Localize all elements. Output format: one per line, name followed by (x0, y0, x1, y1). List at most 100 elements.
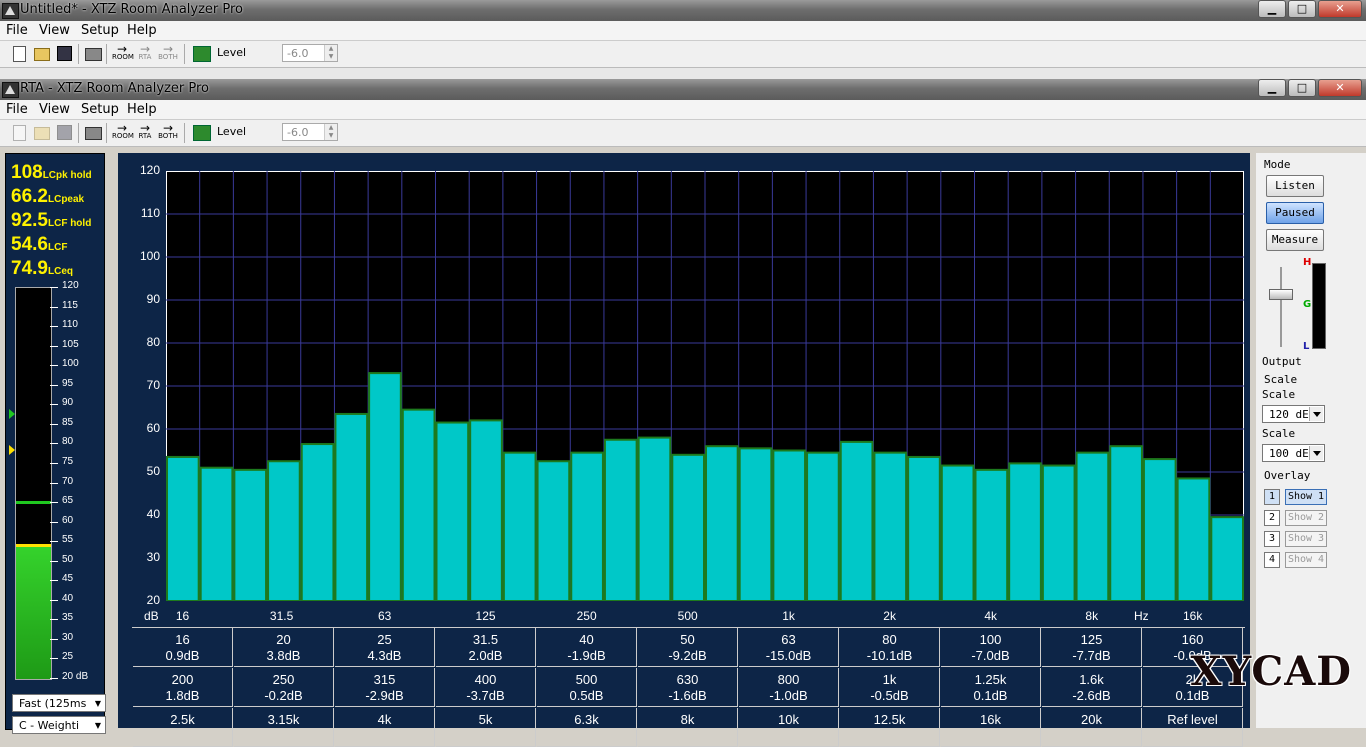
inner-level-spinner[interactable]: -6.0 ▲ ▼ (282, 123, 338, 141)
meter-scale-label: 70 (62, 475, 74, 487)
meter-scale-label: 105 (62, 338, 79, 350)
close-button[interactable]: ✕ (1318, 0, 1362, 18)
bar-16k (1176, 477, 1211, 601)
readout-lcf: 54.6LCF (11, 234, 68, 255)
listen-button[interactable]: Listen (1266, 175, 1324, 197)
meter-scale-label: 20 dB (62, 671, 89, 682)
bar-20 (199, 466, 234, 601)
y-tick-label: 80 (146, 335, 160, 349)
y-tick-label: 20 (146, 593, 160, 607)
level-spinner[interactable]: -6.0 ▲ ▼ (282, 44, 338, 62)
level-meter-panel: 108LCpk hold 66.2LCpeak 92.5LCF hold 54.… (5, 153, 106, 734)
inner-close-button[interactable]: ✕ (1318, 79, 1362, 97)
peak-marker-icon (9, 409, 15, 419)
freq-cell-125: 125 -7.7dB (1042, 628, 1142, 667)
inner-open-folder-icon[interactable] (34, 127, 50, 140)
scale2-select[interactable]: 100 dE (1262, 444, 1325, 462)
bar-2.5k (907, 455, 941, 601)
print-icon[interactable] (85, 48, 102, 61)
inner-level-label: Level (217, 125, 247, 138)
room-mode-button[interactable]: → ROOM (112, 43, 134, 64)
meter-g-label: G (1303, 299, 1312, 310)
scale1-select[interactable]: 120 dE (1262, 405, 1325, 423)
freq-cell-25: 25 4.3dB (335, 628, 435, 667)
menu-help[interactable]: Help (127, 23, 157, 38)
bar-400 (637, 436, 672, 601)
overlay-2-show-button[interactable]: Show 2 (1285, 510, 1327, 526)
freq-cell-250: 250 -0.2dB (234, 668, 334, 707)
measure-button[interactable]: Measure (1266, 229, 1324, 251)
meter-scale-tick (50, 638, 58, 640)
maximize-button[interactable]: □ (1288, 0, 1316, 18)
x-tick-label: 500 (677, 609, 698, 623)
overlay-4-show-button[interactable]: Show 4 (1285, 552, 1327, 568)
meter-scale-label: 85 (62, 416, 74, 428)
bar-16 (166, 455, 200, 601)
inner-save-disk-icon[interactable] (57, 125, 72, 140)
meter-scale-tick (50, 541, 58, 543)
freq-cell-40: 40 -1.9dB (537, 628, 637, 667)
freq-cell-500: 500 0.5dB (537, 668, 637, 707)
overlay-3-show-button[interactable]: Show 3 (1285, 531, 1327, 547)
bar-1k (772, 449, 807, 601)
overlay-1-number[interactable]: 1 (1264, 489, 1280, 505)
weighting-select[interactable]: C - Weighti ▼ (12, 716, 106, 734)
meter-scale-tick (50, 502, 58, 504)
bar-630 (705, 445, 739, 601)
bar-1.25k (806, 451, 840, 601)
meter-h-label: H (1303, 257, 1312, 268)
meter-scale-tick (50, 619, 58, 621)
scale-group-label: Scale (1264, 373, 1298, 386)
inner-both-mode-button[interactable]: → BOTH (158, 122, 178, 143)
bar-5k (1008, 462, 1042, 601)
menu-file[interactable]: File (6, 23, 28, 38)
inner-minimize-button[interactable]: ▁ (1258, 79, 1286, 97)
both-mode-button[interactable]: → BOTH (158, 43, 178, 64)
response-speed-select[interactable]: Fast (125ms ▼ (12, 694, 106, 712)
inner-menu-file[interactable]: File (6, 102, 28, 117)
y-tick-label: 50 (146, 464, 160, 478)
inner-print-icon[interactable] (85, 127, 102, 140)
meter-scale-label: 35 (62, 612, 74, 624)
open-folder-icon[interactable] (34, 48, 50, 61)
inner-menu-bar: File View Setup Help (0, 100, 1366, 120)
inner-new-file-icon[interactable] (13, 125, 26, 141)
paused-button[interactable]: Paused (1266, 202, 1324, 224)
menu-view[interactable]: View (39, 23, 70, 38)
inner-title-bar: RTA - XTZ Room Analyzer Pro ▁ □ ✕ (0, 79, 1366, 100)
overlay-1-show-button[interactable]: Show 1 (1285, 489, 1327, 505)
inner-maximize-button[interactable]: □ (1288, 79, 1316, 97)
bar-800 (738, 447, 773, 601)
inner-rta-mode-button[interactable]: → RTA (135, 122, 155, 143)
freq-cell-50: 50 -9.2dB (638, 628, 738, 667)
meter-scale-tick (50, 521, 58, 523)
outer-title-bar: Untitled* - XTZ Room Analyzer Pro ▁ □ ✕ (0, 0, 1366, 21)
rta-mode-button[interactable]: → RTA (135, 43, 155, 64)
overlay-2-number[interactable]: 2 (1264, 510, 1280, 526)
watermark-logo: XYCAD (1190, 648, 1352, 695)
bar-160 (502, 451, 537, 601)
inner-menu-setup[interactable]: Setup (81, 102, 119, 117)
new-file-icon[interactable] (13, 46, 26, 62)
inner-room-mode-button[interactable]: → ROOM (112, 122, 134, 143)
y-unit-label: dB (144, 609, 159, 623)
meter-scale-label: 60 (62, 514, 74, 526)
bar-125 (469, 419, 503, 601)
inner-menu-view[interactable]: View (39, 102, 70, 117)
rta-bar-chart (166, 171, 1244, 601)
minimize-button[interactable]: ▁ (1258, 0, 1286, 18)
x-tick-label: 16 (175, 609, 190, 623)
meter-scale-tick (50, 345, 58, 347)
save-disk-icon[interactable] (57, 46, 72, 61)
y-tick-label: 110 (140, 206, 160, 220)
x-tick-label: 125 (475, 609, 496, 623)
inner-menu-help[interactable]: Help (127, 102, 157, 117)
freq-cell-1.25k: 1.25k 0.1dB (941, 668, 1041, 707)
output-slider-handle[interactable] (1269, 289, 1293, 300)
y-tick-label: 70 (146, 378, 160, 392)
menu-setup[interactable]: Setup (81, 23, 119, 38)
freq-cell-16: 16 0.9dB (133, 628, 233, 667)
overlay-4-number[interactable]: 4 (1264, 552, 1280, 568)
meter-scale-tick (50, 365, 58, 367)
overlay-3-number[interactable]: 3 (1264, 531, 1280, 547)
